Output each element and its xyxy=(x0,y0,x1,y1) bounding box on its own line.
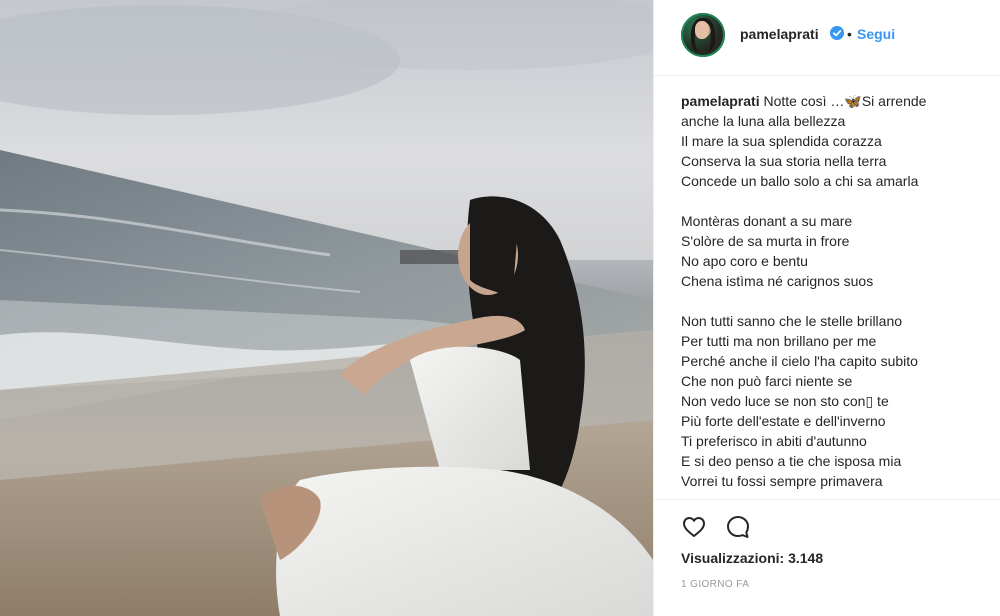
caption-text: Non vedo luce se non sto con▯ te xyxy=(681,393,889,409)
views-count: Visualizzazioni: 3.148 xyxy=(681,550,824,566)
instagram-post: pamelaprati • Segui pamelaprati Notte co… xyxy=(0,0,1000,616)
caption-line: Più forte dell'estate e dell'inverno xyxy=(681,411,986,431)
caption-text: No apo coro e bentu xyxy=(681,253,808,269)
caption: pamelaprati Notte così …🦋Si arrende anche… xyxy=(681,91,986,491)
caption-line: Chena istìma né carignos suos xyxy=(681,271,986,291)
header-separator: • xyxy=(847,26,852,42)
beach-scene-illustration xyxy=(0,0,653,616)
caption-text: Conserva la sua storia nella terra xyxy=(681,153,887,169)
caption-line: Perché anche il cielo l'ha capito subito xyxy=(681,351,986,371)
caption-text: anche la luna alla bellezza xyxy=(681,113,846,129)
caption-line: anche la luna alla bellezza xyxy=(681,111,986,131)
caption-line: Concede un ballo solo a chi sa amarla xyxy=(681,171,986,191)
verified-badge-icon xyxy=(830,26,844,40)
header-username[interactable]: pamelaprati xyxy=(740,26,819,42)
caption-line: E si deo penso a tie che isposa mia xyxy=(681,451,986,471)
heart-outline-icon[interactable] xyxy=(680,513,708,541)
post-timestamp[interactable]: 1 GIORNO FA xyxy=(681,579,749,590)
caption-text: Notte così …🦋Si arrende xyxy=(763,93,927,109)
caption-username[interactable]: pamelaprati xyxy=(681,93,760,109)
caption-text: Per tutti ma non brillano per me xyxy=(681,333,877,349)
follow-button[interactable]: Segui xyxy=(857,26,895,42)
caption-text: Perché anche il cielo l'ha capito subito xyxy=(681,353,918,369)
avatar[interactable] xyxy=(681,13,725,57)
caption-text: Più forte dell'estate e dell'inverno xyxy=(681,413,886,429)
caption-line: Non tutti sanno che le stelle brillano xyxy=(681,311,986,331)
comment-bubble-icon[interactable] xyxy=(724,513,752,541)
caption-line: Montèras donant a su mare xyxy=(681,211,986,231)
post-header: pamelaprati • Segui xyxy=(654,0,1000,76)
caption-text: E si deo penso a tie che isposa mia xyxy=(681,453,902,469)
caption-line: Che non può farci niente se xyxy=(681,371,986,391)
caption-line: Ti preferisco in abiti d'autunno xyxy=(681,431,986,451)
caption-line: S'olòre de sa murta in frore xyxy=(681,231,986,251)
avatar-face xyxy=(695,21,709,39)
caption-text: Ti preferisco in abiti d'autunno xyxy=(681,433,867,449)
caption-text: Vorrei tu fossi sempre primavera xyxy=(681,473,883,489)
post-side-panel: pamelaprati • Segui pamelaprati Notte co… xyxy=(653,0,1000,616)
caption-line: Vorrei tu fossi sempre primavera xyxy=(681,471,986,491)
caption-line: No apo coro e bentu xyxy=(681,251,986,271)
caption-line: Per tutti ma non brillano per me xyxy=(681,331,986,351)
caption-text: Che non può farci niente se xyxy=(681,373,853,389)
caption-text: Chena istìma né carignos suos xyxy=(681,273,874,289)
caption-text: Il mare la sua splendida corazza xyxy=(681,133,882,149)
caption-line: Non vedo luce se non sto con▯ te xyxy=(681,391,986,411)
caption-line: Il mare la sua splendida corazza xyxy=(681,131,986,151)
post-actions: Visualizzazioni: 3.148 1 GIORNO FA xyxy=(654,499,1000,616)
post-media-video[interactable] xyxy=(0,0,653,616)
caption-text: S'olòre de sa murta in frore xyxy=(681,233,850,249)
caption-text: Non tutti sanno che le stelle brillano xyxy=(681,313,903,329)
caption-text: Concede un ballo solo a chi sa amarla xyxy=(681,173,919,189)
caption-line: Conserva la sua storia nella terra xyxy=(681,151,986,171)
caption-text: Montèras donant a su mare xyxy=(681,213,853,229)
caption-line: pamelaprati Notte così …🦋Si arrende xyxy=(681,91,986,111)
